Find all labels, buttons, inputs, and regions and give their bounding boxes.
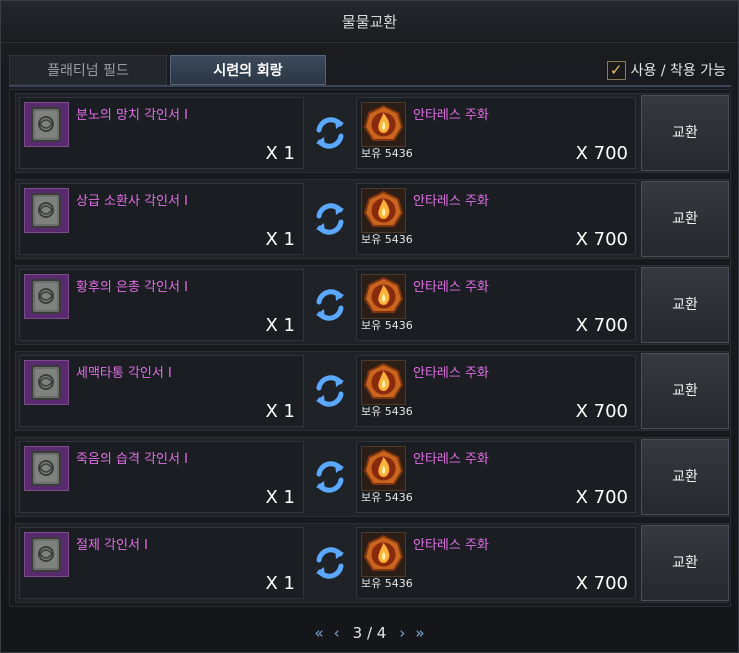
- exchange-arrows-icon: [311, 543, 349, 583]
- exchange-arrows-icon: [311, 285, 349, 325]
- owned-amount: 보유 5436: [361, 147, 413, 160]
- cost-slot[interactable]: 안타레스 주화 보유 5436 X 700: [356, 183, 636, 255]
- exchange-list: 분노의 망치 각인서 I X 1 안타레스 주화 보유 5436 X 700 교…: [9, 89, 731, 607]
- item-quantity: X 1: [265, 143, 295, 164]
- prev-page-icon[interactable]: ‹: [329, 624, 345, 642]
- cost-slot[interactable]: 안타레스 주화 보유 5436 X 700: [356, 441, 636, 513]
- window-title: 물물교환: [1, 1, 738, 43]
- cost-name: 안타레스 주화: [413, 280, 489, 295]
- antares-coin-icon: [361, 360, 406, 405]
- exchange-button[interactable]: 교환: [641, 95, 729, 171]
- exchange-row: 황후의 은총 각인서 I X 1 안타레스 주화 보유 5436 X 700 교…: [15, 265, 729, 345]
- antares-coin-icon: [361, 532, 406, 577]
- owned-amount: 보유 5436: [361, 405, 413, 418]
- owned-amount: 보유 5436: [361, 319, 413, 332]
- tab-trial-corridor[interactable]: 시련의 회랑: [170, 55, 326, 85]
- exchange-arrows-icon: [311, 371, 349, 411]
- item-slot[interactable]: 분노의 망치 각인서 I X 1: [19, 97, 304, 169]
- tab-divider: [9, 85, 731, 87]
- item-name: 분노의 망치 각인서 I: [76, 108, 188, 123]
- engraving-book-icon: [24, 360, 69, 405]
- cost-quantity: X 700: [575, 487, 628, 508]
- exchange-button[interactable]: 교환: [641, 181, 729, 257]
- cost-name: 안타레스 주화: [413, 452, 489, 467]
- tab-platinum-field[interactable]: 플래티넘 필드: [9, 55, 167, 85]
- item-slot[interactable]: 절제 각인서 I X 1: [19, 527, 304, 599]
- cost-slot[interactable]: 안타레스 주화 보유 5436 X 700: [356, 269, 636, 341]
- item-quantity: X 1: [265, 487, 295, 508]
- owned-amount: 보유 5436: [361, 491, 413, 504]
- cost-slot[interactable]: 안타레스 주화 보유 5436 X 700: [356, 355, 636, 427]
- usable-checkbox[interactable]: ✓: [606, 60, 626, 80]
- exchange-button[interactable]: 교환: [641, 439, 729, 515]
- next-page-icon[interactable]: ›: [394, 624, 410, 642]
- exchange-row: 분노의 망치 각인서 I X 1 안타레스 주화 보유 5436 X 700 교…: [15, 93, 729, 173]
- cost-quantity: X 700: [575, 143, 628, 164]
- item-slot[interactable]: 죽음의 습격 각인서 I X 1: [19, 441, 304, 513]
- exchange-arrows-icon: [311, 113, 349, 153]
- owned-amount: 보유 5436: [361, 577, 413, 590]
- exchange-row: 절제 각인서 I X 1 안타레스 주화 보유 5436 X 700 교환: [15, 523, 729, 603]
- cost-quantity: X 700: [575, 573, 628, 594]
- cost-quantity: X 700: [575, 401, 628, 422]
- cost-name: 안타레스 주화: [413, 108, 489, 123]
- item-name: 상급 소환사 각인서 I: [76, 194, 188, 209]
- cost-quantity: X 700: [575, 315, 628, 336]
- exchange-button[interactable]: 교환: [641, 267, 729, 343]
- exchange-row: 세맥타통 각인서 I X 1 안타레스 주화 보유 5436 X 700 교환: [15, 351, 729, 431]
- page-indicator: 3 / 4: [352, 624, 387, 642]
- cost-name: 안타레스 주화: [413, 366, 489, 381]
- engraving-book-icon: [24, 532, 69, 577]
- engraving-book-icon: [24, 188, 69, 233]
- antares-coin-icon: [361, 274, 406, 319]
- exchange-row: 상급 소환사 각인서 I X 1 안타레스 주화 보유 5436 X 700 교…: [15, 179, 729, 259]
- item-quantity: X 1: [265, 573, 295, 594]
- item-name: 세맥타통 각인서 I: [76, 366, 172, 381]
- exchange-row: 죽음의 습격 각인서 I X 1 안타레스 주화 보유 5436 X 700 교…: [15, 437, 729, 517]
- usable-filter-label: 사용 / 착용 가능: [630, 63, 726, 79]
- cost-quantity: X 700: [575, 229, 628, 250]
- item-name: 죽음의 습격 각인서 I: [76, 452, 188, 467]
- exchange-arrows-icon: [311, 457, 349, 497]
- exchange-button[interactable]: 교환: [641, 353, 729, 429]
- item-name: 황후의 은총 각인서 I: [76, 280, 188, 295]
- engraving-book-icon: [24, 274, 69, 319]
- antares-coin-icon: [361, 188, 406, 233]
- usable-filter[interactable]: ✓ 사용 / 착용 가능: [606, 59, 726, 81]
- cost-name: 안타레스 주화: [413, 538, 489, 553]
- exchange-window: 물물교환 플래티넘 필드 시련의 회랑 ✓ 사용 / 착용 가능 분노의 망치 …: [0, 0, 739, 653]
- first-page-icon[interactable]: «: [309, 624, 328, 642]
- cost-name: 안타레스 주화: [413, 194, 489, 209]
- engraving-book-icon: [24, 446, 69, 491]
- item-quantity: X 1: [265, 401, 295, 422]
- antares-coin-icon: [361, 102, 406, 147]
- cost-slot[interactable]: 안타레스 주화 보유 5436 X 700: [356, 527, 636, 599]
- exchange-arrows-icon: [311, 199, 349, 239]
- cost-slot[interactable]: 안타레스 주화 보유 5436 X 700: [356, 97, 636, 169]
- item-slot[interactable]: 상급 소환사 각인서 I X 1: [19, 183, 304, 255]
- item-quantity: X 1: [265, 315, 295, 336]
- antares-coin-icon: [361, 446, 406, 491]
- last-page-icon[interactable]: »: [410, 624, 429, 642]
- item-quantity: X 1: [265, 229, 295, 250]
- item-name: 절제 각인서 I: [76, 538, 148, 553]
- item-slot[interactable]: 세맥타통 각인서 I X 1: [19, 355, 304, 427]
- engraving-book-icon: [24, 102, 69, 147]
- item-slot[interactable]: 황후의 은총 각인서 I X 1: [19, 269, 304, 341]
- exchange-button[interactable]: 교환: [641, 525, 729, 601]
- pagination: « ‹ 3 / 4 › »: [1, 613, 738, 653]
- owned-amount: 보유 5436: [361, 233, 413, 246]
